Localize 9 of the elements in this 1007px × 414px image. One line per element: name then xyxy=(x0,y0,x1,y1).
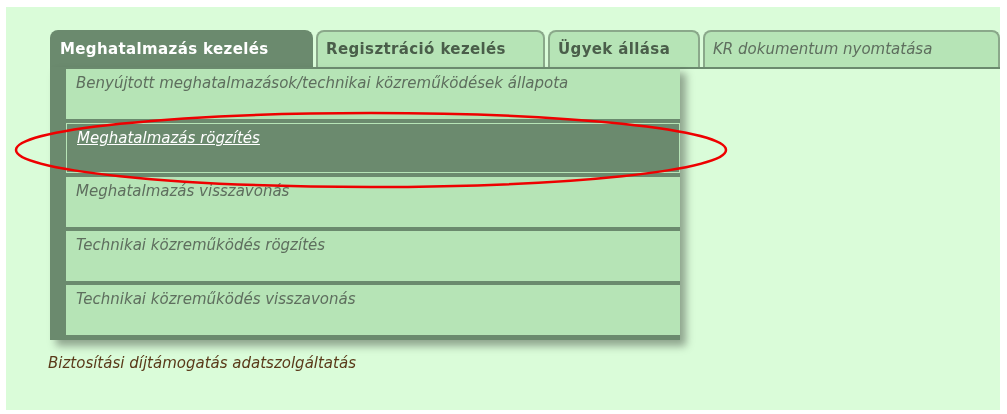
menu-item[interactable]: Technikai közreműködés visszavonás xyxy=(66,285,680,335)
menu-link[interactable]: Biztosítási díjtámogatás adatszolgáltatás xyxy=(48,352,1000,375)
menu-item[interactable]: Meghatalmazás rögzítés xyxy=(66,123,680,173)
menu-item[interactable]: Technikai közreműködés rögzítés xyxy=(66,231,680,281)
menu-item[interactable]: Meghatalmazás visszavonás xyxy=(66,177,680,227)
menu-item[interactable]: Benyújtott meghatalmazások/technikai közreműködések állapota xyxy=(66,69,680,119)
tab[interactable]: Meghatalmazás kezelés xyxy=(50,30,313,67)
tab[interactable]: Regisztráció kezelés xyxy=(316,30,545,67)
tab[interactable]: Ügyek állása xyxy=(548,30,700,67)
